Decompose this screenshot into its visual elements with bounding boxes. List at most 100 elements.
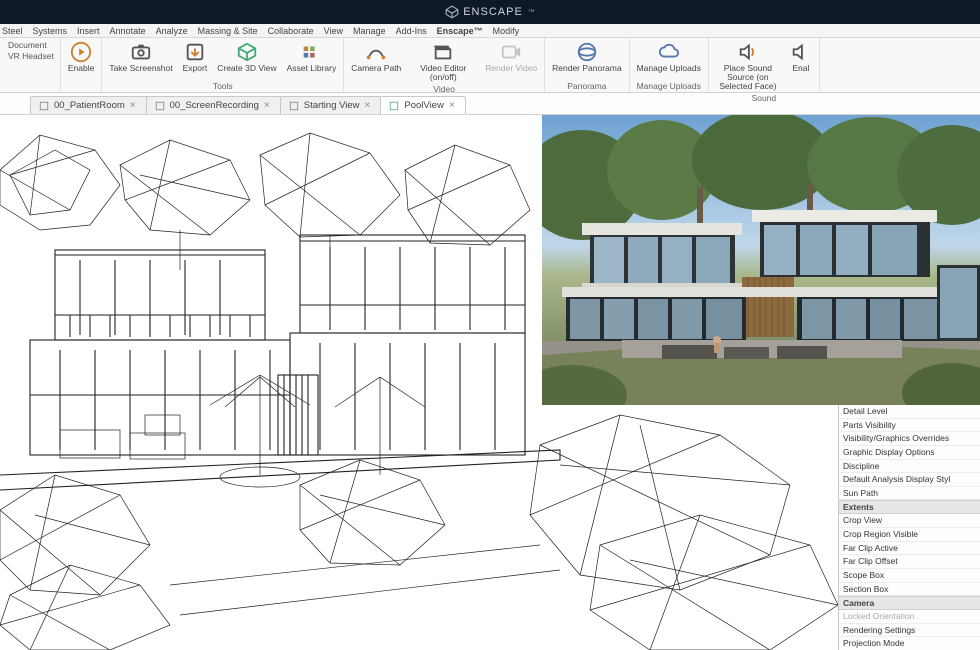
camera-icon (130, 41, 152, 63)
menu-modify[interactable]: Modify (493, 26, 520, 36)
asset-library-button[interactable]: Asset Library (284, 40, 340, 74)
prop-row[interactable]: Parts Visibility (839, 419, 980, 433)
play-icon (70, 41, 92, 63)
brand-trademark: ™ (528, 9, 535, 16)
tab-screenrecording[interactable]: 00_ScreenRecording × (146, 96, 281, 114)
export-icon (184, 41, 206, 63)
workspace: Detail LevelParts VisibilityVisibility/G… (0, 115, 980, 650)
ribbon-group-title-uploads: Manage Uploads (637, 80, 701, 91)
prop-row[interactable]: Scope Box (839, 569, 980, 583)
view-icon (155, 101, 165, 111)
prop-row[interactable]: Rendering Settings (839, 624, 980, 638)
render-panorama-label: Render Panorama (552, 64, 621, 73)
tab-patientroom-label: 00_PatientRoom (54, 100, 125, 111)
ribbon-group-title-panorama: Panorama (567, 80, 606, 91)
video-editor-label: Video Editor (on/off) (411, 64, 475, 82)
prop-section-header[interactable]: Extents (839, 500, 980, 514)
menu-view[interactable]: View (324, 26, 343, 36)
ribbon-vr-headset[interactable]: VR Headset (6, 51, 56, 61)
menu-addins[interactable]: Add-Ins (396, 26, 427, 36)
cloud-icon (658, 41, 680, 63)
cube-icon (236, 41, 258, 63)
menu-insert[interactable]: Insert (77, 26, 100, 36)
enable-sound-button[interactable]: Enal (787, 40, 815, 74)
manage-uploads-label: Manage Uploads (637, 64, 701, 73)
enable-sound-label: Enal (792, 64, 809, 73)
video-editor-button[interactable]: Video Editor (on/off) (408, 40, 478, 83)
prop-row[interactable]: Projection Mode (839, 637, 980, 650)
tab-startingview[interactable]: Starting View × (280, 96, 382, 114)
menu-enscape[interactable]: Enscape™ (437, 26, 483, 36)
menu-steel[interactable]: Steel (2, 26, 23, 36)
menu-manage[interactable]: Manage (353, 26, 386, 36)
brand-name: ENSCAPE (463, 6, 523, 18)
ribbon: Document VR Headset Enable Take Screensh… (0, 38, 980, 93)
prop-row[interactable]: Far Clip Active (839, 542, 980, 556)
export-button[interactable]: Export (180, 40, 211, 74)
tab-patientroom[interactable]: 00_PatientRoom × (30, 96, 147, 114)
clapper-icon (432, 41, 454, 63)
prop-row[interactable]: Far Clip Offset (839, 555, 980, 569)
prop-row: Locked Orientation (839, 610, 980, 624)
menu-collaborate[interactable]: Collaborate (268, 26, 314, 36)
camera-path-label: Camera Path (351, 64, 401, 73)
prop-row[interactable]: Default Analysis Display Styl (839, 473, 980, 487)
ribbon-group-title-video: Video (433, 83, 455, 94)
create-3d-view-label: Create 3D View (217, 64, 276, 73)
menu-bar: Steel Systems Insert Annotate Analyze Ma… (0, 24, 980, 38)
menu-systems[interactable]: Systems (33, 26, 68, 36)
ribbon-group-title-sound: Sound (752, 92, 777, 103)
prop-section-header[interactable]: Camera (839, 596, 980, 610)
speaker-icon (790, 41, 812, 63)
place-sound-label: Place Sound Source (on Selected Face) (716, 64, 780, 91)
ribbon-left-sub: Document VR Headset (6, 40, 56, 61)
view-icon (39, 101, 49, 111)
take-screenshot-button[interactable]: Take Screenshot (106, 40, 175, 74)
menu-analyze[interactable]: Analyze (156, 26, 188, 36)
tab-poolview-label: PoolView (404, 100, 443, 111)
enscape-logo-icon (445, 5, 459, 19)
properties-panel: Detail LevelParts VisibilityVisibility/G… (838, 405, 980, 650)
prop-row[interactable]: Detail Level (839, 405, 980, 419)
ribbon-group-title-tools: Tools (213, 80, 233, 91)
tab-poolview[interactable]: PoolView × (380, 96, 465, 114)
view-icon (289, 101, 299, 111)
camera-path-button[interactable]: Camera Path (348, 40, 404, 74)
take-screenshot-label: Take Screenshot (109, 64, 172, 73)
asset-library-label: Asset Library (287, 64, 337, 73)
prop-row[interactable]: Section Box (839, 583, 980, 597)
prop-row[interactable]: Discipline (839, 460, 980, 474)
prop-row[interactable]: Visibility/Graphics Overrides (839, 432, 980, 446)
brand-bar: ENSCAPE ™ (0, 0, 980, 24)
render-video-label: Render Video (485, 64, 537, 73)
menu-massing-site[interactable]: Massing & Site (198, 26, 258, 36)
prop-row[interactable]: Crop View (839, 514, 980, 528)
render-video-button: Render Video (482, 40, 540, 74)
tab-startingview-label: Starting View (304, 100, 360, 111)
view-icon (389, 101, 399, 111)
ribbon-document[interactable]: Document (6, 40, 56, 50)
close-icon[interactable]: × (130, 100, 136, 111)
close-icon[interactable]: × (365, 100, 371, 111)
path-icon (365, 41, 387, 63)
manage-uploads-button[interactable]: Manage Uploads (634, 40, 704, 74)
render-preview[interactable] (542, 115, 980, 405)
tab-screenrecording-label: 00_ScreenRecording (170, 100, 259, 111)
speaker-icon (737, 41, 759, 63)
place-sound-source-button[interactable]: Place Sound Source (on Selected Face) (713, 40, 783, 92)
export-label: Export (183, 64, 208, 73)
enable-button[interactable]: Enable (65, 40, 97, 74)
create-3d-view-button[interactable]: Create 3D View (214, 40, 279, 74)
render-video-icon (500, 41, 522, 63)
render-panorama-button[interactable]: Render Panorama (549, 40, 624, 74)
prop-row[interactable]: Sun Path (839, 487, 980, 501)
close-icon[interactable]: × (449, 100, 455, 111)
enable-label: Enable (68, 64, 94, 73)
prop-row[interactable]: Graphic Display Options (839, 446, 980, 460)
close-icon[interactable]: × (264, 100, 270, 111)
menu-annotate[interactable]: Annotate (110, 26, 146, 36)
library-icon (300, 41, 322, 63)
panorama-icon (576, 41, 598, 63)
prop-row[interactable]: Crop Region Visible (839, 528, 980, 542)
view-tab-strip: 00_PatientRoom × 00_ScreenRecording × St… (0, 93, 980, 115)
